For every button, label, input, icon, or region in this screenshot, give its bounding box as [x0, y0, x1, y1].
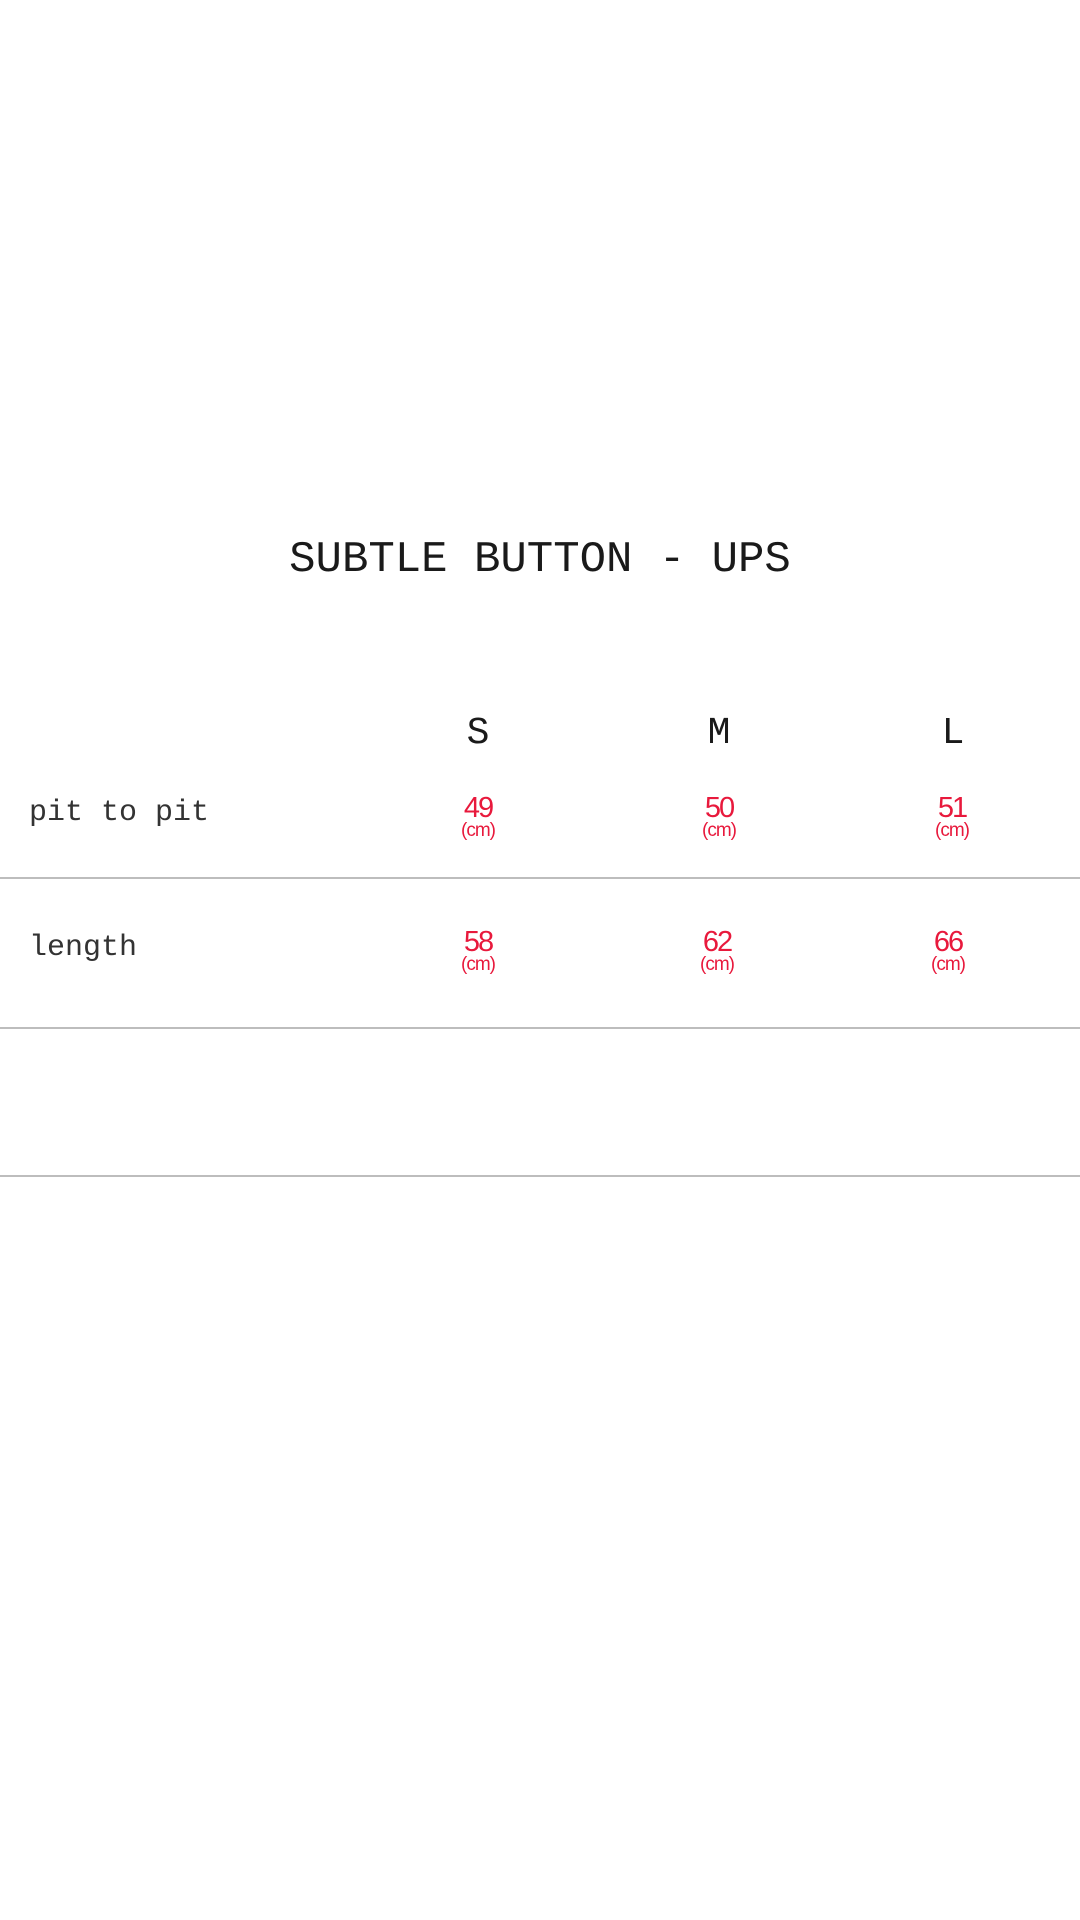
value-unit: (cm) — [931, 954, 966, 975]
page-title: SUBTLE BUTTON - UPS — [289, 535, 791, 585]
row-divider — [0, 1027, 1080, 1029]
value-number: 66 — [933, 926, 964, 958]
value-number: 49 — [463, 792, 494, 824]
row-divider — [0, 877, 1080, 879]
size-header-l: L — [941, 712, 965, 755]
row-label-pit-to-pit: pit to pit — [29, 796, 210, 830]
value-unit: (cm) — [935, 820, 970, 841]
value-unit: (cm) — [702, 820, 737, 841]
value-cell: 51 (cm) — [892, 792, 1012, 841]
value-unit: (cm) — [461, 820, 496, 841]
value-number: 50 — [704, 792, 735, 824]
value-number: 58 — [463, 926, 494, 958]
size-header-s: S — [466, 712, 490, 755]
row-label-length: length — [29, 931, 138, 965]
value-cell: 62 (cm) — [657, 926, 777, 975]
value-cell: 50 (cm) — [659, 792, 779, 841]
value-cell: 58 (cm) — [418, 926, 538, 975]
size-header-m: M — [707, 712, 731, 755]
value-cell: 66 (cm) — [888, 926, 1008, 975]
value-cell: 49 (cm) — [418, 792, 538, 841]
value-unit: (cm) — [461, 954, 496, 975]
value-unit: (cm) — [700, 954, 735, 975]
value-number: 51 — [937, 792, 968, 824]
row-divider — [0, 1175, 1080, 1177]
value-number: 62 — [702, 926, 733, 958]
